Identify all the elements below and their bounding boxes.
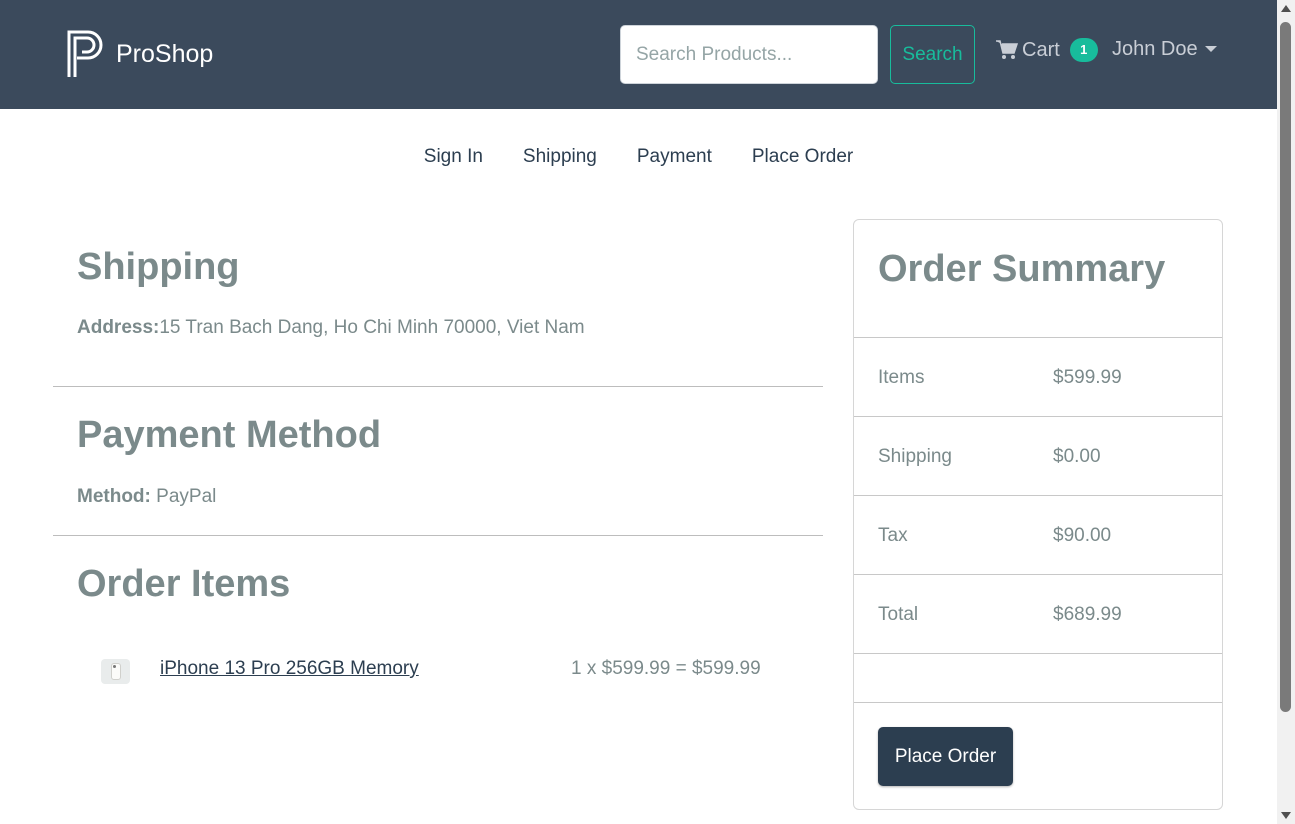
summary-total-label: Total xyxy=(878,604,919,625)
summary-tax-value: $90.00 xyxy=(1053,525,1112,546)
order-items-heading: Order Items xyxy=(77,563,291,605)
method-value: PayPal xyxy=(150,486,217,507)
divider xyxy=(53,535,823,536)
step-payment[interactable]: Payment xyxy=(617,146,732,168)
scroll-up-arrow-icon[interactable] xyxy=(1281,5,1291,12)
order-summary-title: Order Summary xyxy=(878,248,1166,290)
divider xyxy=(53,386,823,387)
divider xyxy=(854,416,1222,417)
divider xyxy=(854,574,1222,575)
brand-link[interactable]: ProShop xyxy=(66,29,213,79)
summary-shipping-value: $0.00 xyxy=(1053,446,1101,467)
divider xyxy=(854,702,1222,703)
product-thumbnail xyxy=(101,659,130,684)
search-button[interactable]: Search xyxy=(890,25,975,84)
top-navbar: ProShop Search Cart 1 John Doe xyxy=(0,0,1277,109)
checkout-steps: Sign In Shipping Payment Place Order xyxy=(0,146,1277,168)
scroll-down-arrow-icon[interactable] xyxy=(1281,812,1291,819)
summary-shipping-label: Shipping xyxy=(878,446,952,467)
order-item-calc: 1 x $599.99 = $599.99 xyxy=(571,658,761,679)
place-order-button[interactable]: Place Order xyxy=(878,727,1013,786)
order-summary-card: Order Summary Items $599.99 Shipping $0.… xyxy=(853,219,1223,810)
page-scrollbar[interactable] xyxy=(1277,0,1295,824)
address-label: Address: xyxy=(77,317,160,338)
summary-items-value: $599.99 xyxy=(1053,367,1122,388)
cart-count-badge: 1 xyxy=(1069,38,1098,62)
search-input[interactable] xyxy=(620,25,878,84)
divider xyxy=(854,495,1222,496)
shopping-cart-icon xyxy=(996,40,1018,59)
cart-label: Cart xyxy=(1022,38,1060,61)
scrollbar-thumb[interactable] xyxy=(1280,22,1291,712)
proshop-logo-icon xyxy=(67,30,103,77)
step-sign-in[interactable]: Sign In xyxy=(404,146,503,168)
divider xyxy=(854,653,1222,654)
divider xyxy=(854,337,1222,338)
payment-method: Method: PayPal xyxy=(77,486,216,508)
phone-image-icon xyxy=(110,663,121,680)
summary-tax-label: Tax xyxy=(878,525,908,546)
user-name: John Doe xyxy=(1112,38,1198,60)
step-place-order[interactable]: Place Order xyxy=(732,146,873,168)
cart-link[interactable]: Cart 1 xyxy=(996,38,1098,62)
step-shipping[interactable]: Shipping xyxy=(503,146,617,168)
summary-total-value: $689.99 xyxy=(1053,604,1122,625)
shipping-address: Address:15 Tran Bach Dang, Ho Chi Minh 7… xyxy=(77,317,585,339)
summary-items-label: Items xyxy=(878,367,925,388)
user-dropdown[interactable]: John Doe xyxy=(1112,38,1217,61)
method-label: Method: xyxy=(77,486,151,507)
brand-name: ProShop xyxy=(116,39,214,68)
address-value: 15 Tran Bach Dang, Ho Chi Minh 70000, Vi… xyxy=(159,317,585,338)
chevron-down-icon xyxy=(1204,45,1217,52)
payment-heading: Payment Method xyxy=(77,414,382,456)
shipping-heading: Shipping xyxy=(77,246,240,288)
order-item-link[interactable]: iPhone 13 Pro 256GB Memory xyxy=(160,658,419,680)
